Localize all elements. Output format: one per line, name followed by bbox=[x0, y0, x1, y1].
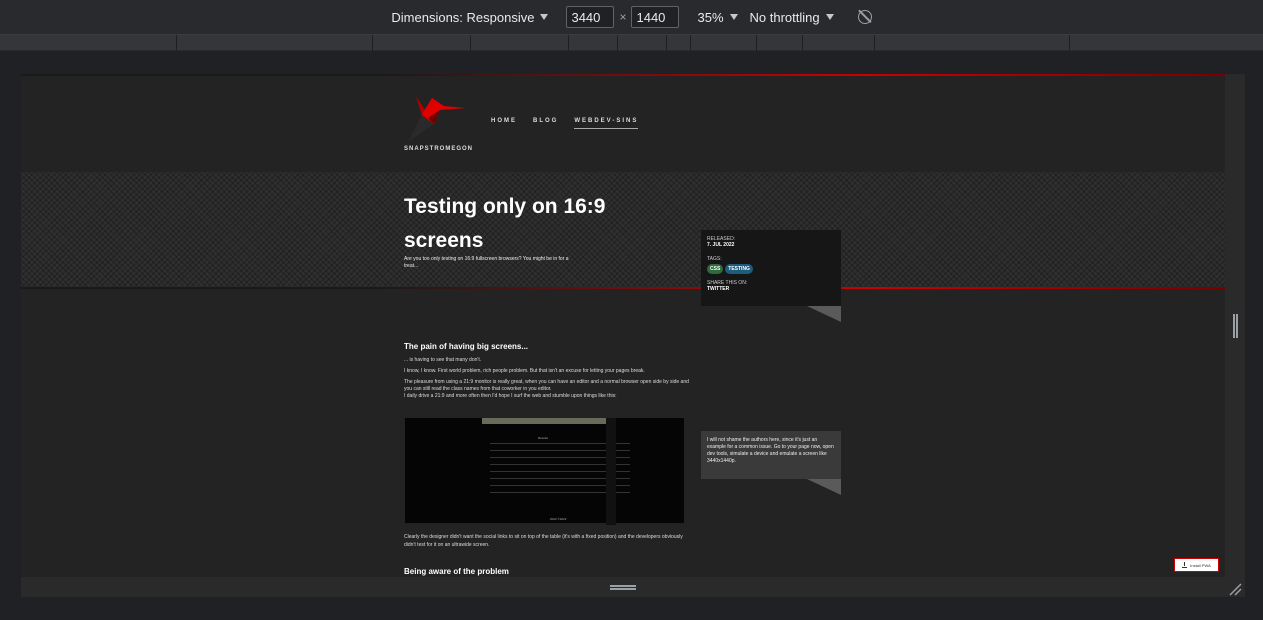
ruler-segment[interactable] bbox=[874, 35, 875, 51]
paragraph: I know, I know. First world problem, ric… bbox=[404, 368, 645, 374]
media-query-ruler[interactable] bbox=[0, 35, 1263, 51]
throttling-dropdown[interactable]: No throttling bbox=[750, 10, 834, 25]
ruler-segment[interactable] bbox=[470, 35, 471, 51]
ruler-segment[interactable] bbox=[372, 35, 373, 51]
ruler-segment[interactable] bbox=[568, 35, 569, 51]
paragraph: I daily drive a 21:9 and more often then… bbox=[404, 393, 617, 399]
download-icon bbox=[1182, 561, 1188, 568]
chevron-down-icon bbox=[540, 14, 549, 20]
times-separator: × bbox=[619, 10, 627, 24]
ruler-segment[interactable] bbox=[617, 35, 618, 51]
paragraph: The pleasure from using a 21:9 monitor i… bbox=[404, 379, 689, 392]
released-value: 7. JUL 2022 bbox=[707, 242, 735, 248]
page-title: Testing only on 16:9 screens bbox=[404, 195, 606, 252]
accent-line bbox=[21, 74, 1225, 76]
corner-fold bbox=[807, 306, 841, 322]
chevron-down-icon bbox=[825, 14, 834, 20]
corner-fold bbox=[807, 479, 841, 495]
brand-name[interactable]: SNAPSTROMEGON bbox=[404, 146, 473, 152]
ruler-segment[interactable] bbox=[176, 35, 177, 51]
side-note: I will not shame the authors here, since… bbox=[701, 431, 841, 479]
accent-line bbox=[21, 287, 1225, 289]
chevron-down-icon bbox=[729, 14, 738, 20]
nav-webdev-sins[interactable]: WEBDEV-SINS bbox=[574, 118, 639, 129]
tag-css[interactable]: CSS bbox=[707, 264, 724, 274]
screenshot-social-bar bbox=[606, 418, 616, 525]
share-twitter-link[interactable]: TWITTER bbox=[707, 286, 835, 292]
article-body: The pain of having big screens... ... is… bbox=[404, 342, 689, 404]
ruler-segment[interactable] bbox=[756, 35, 757, 51]
ruler-segment[interactable] bbox=[1069, 35, 1070, 51]
main-nav: HOME BLOG WEBDEV-SINS bbox=[491, 118, 639, 129]
section-heading: The pain of having big screens... bbox=[404, 342, 529, 351]
nav-home[interactable]: HOME bbox=[491, 118, 517, 129]
zoom-label: 35% bbox=[697, 9, 724, 25]
screenshot-footer: 2022 ©2022 bbox=[550, 517, 567, 521]
tag-testing[interactable]: TESTING bbox=[725, 264, 753, 274]
height-input[interactable] bbox=[631, 6, 680, 28]
dimensions-label: Dimensions: Responsive bbox=[391, 9, 535, 25]
page-subtitle: Are you too only testing on 16:9 fullscr… bbox=[404, 256, 569, 269]
hummingbird-logo-icon[interactable] bbox=[404, 94, 474, 144]
install-pwa-label: Install PWA bbox=[1190, 562, 1211, 568]
rotate-icon[interactable] bbox=[857, 10, 872, 24]
bottom-resize-handle[interactable] bbox=[610, 585, 636, 590]
ruler-segment[interactable] bbox=[690, 35, 691, 51]
section-heading: Being aware of the problem bbox=[404, 567, 509, 576]
tags-label: TAGS: bbox=[707, 256, 722, 262]
dimensions-dropdown[interactable]: Dimensions: Responsive bbox=[391, 9, 549, 25]
corner-resize-handle-icon[interactable] bbox=[1228, 582, 1242, 596]
emulated-viewport: SNAPSTROMEGON HOME BLOG WEBDEV-SINS Test… bbox=[21, 74, 1225, 577]
post-info-box: RELEASED: 7. JUL 2022 TAGS: CSS TESTING S… bbox=[701, 230, 841, 306]
ruler-segment[interactable] bbox=[666, 35, 667, 51]
install-pwa-button[interactable]: Install PWA bbox=[1174, 558, 1219, 572]
throttling-label: No throttling bbox=[749, 9, 820, 25]
screenshot-title: Results bbox=[538, 436, 549, 440]
ruler-segment[interactable] bbox=[802, 35, 803, 51]
paragraph: Clearly the designer didn't want the soc… bbox=[404, 534, 683, 548]
paragraph: ... is having to see that many don't. bbox=[404, 357, 482, 363]
device-toolbar: Dimensions: Responsive × 35% No throttli… bbox=[0, 0, 1263, 35]
width-input[interactable] bbox=[566, 6, 615, 28]
zoom-dropdown[interactable]: 35% bbox=[697, 9, 738, 25]
example-screenshot: Results 2022 ©2022 bbox=[404, 417, 685, 525]
screenshot-header bbox=[482, 418, 606, 424]
right-resize-handle[interactable] bbox=[1233, 314, 1238, 338]
nav-blog[interactable]: BLOG bbox=[533, 118, 558, 129]
